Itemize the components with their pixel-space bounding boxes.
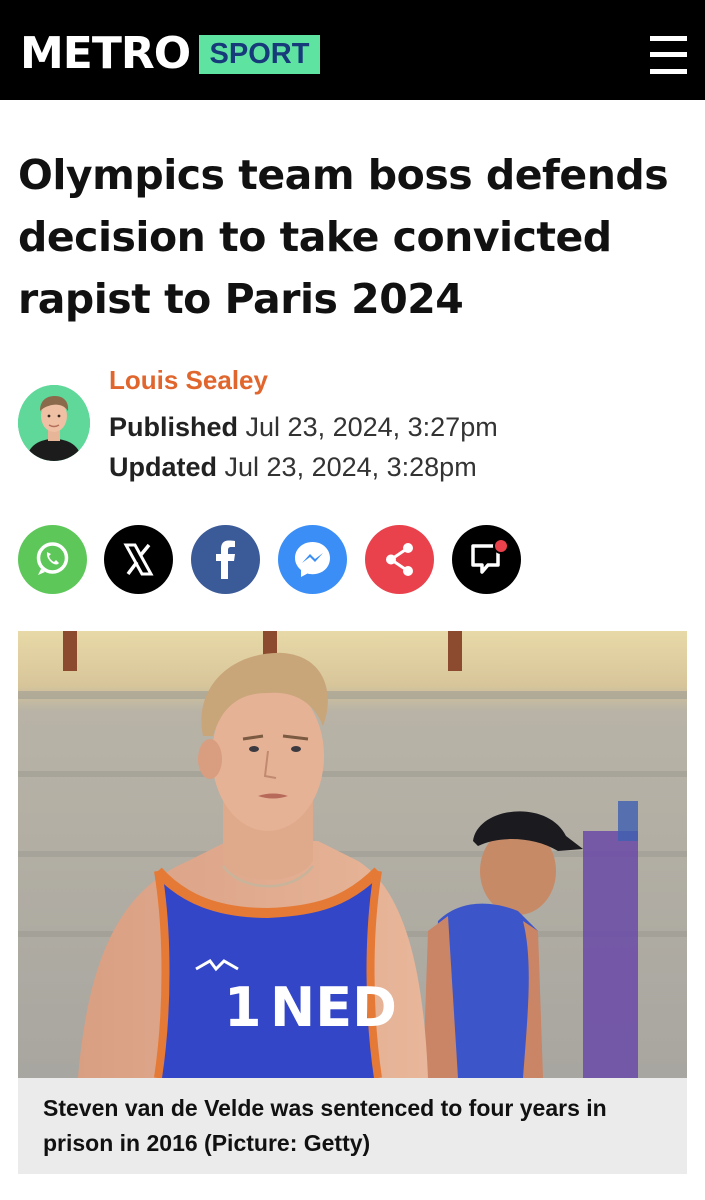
comments-button[interactable] — [452, 525, 521, 594]
jersey-number: 1 — [224, 976, 262, 1039]
updated-label: Updated — [109, 452, 217, 482]
whatsapp-share-button[interactable] — [18, 525, 87, 594]
messenger-icon — [295, 542, 330, 577]
headline-line: Olympics team boss defends — [18, 151, 669, 199]
x-share-button[interactable] — [104, 525, 173, 594]
author-name-link[interactable]: Louis Sealey — [109, 362, 268, 398]
metro-logo[interactable]: METRO — [20, 26, 191, 82]
caption-text: Steven van de Velde was sentenced to fou… — [43, 1095, 607, 1156]
author-avatar[interactable] — [18, 385, 90, 461]
share-icon — [386, 543, 413, 576]
whatsapp-icon — [36, 542, 69, 575]
published-date: Jul 23, 2024, 3:27pm — [245, 412, 498, 442]
published-row: Published Jul 23, 2024, 3:27pm — [109, 409, 498, 445]
photo-caption: Steven van de Velde was sentenced to fou… — [18, 1078, 687, 1174]
top-nav-bar: METRO SPORT — [0, 0, 705, 100]
facebook-icon — [216, 540, 235, 579]
hero-photo: 1 NED — [18, 631, 687, 1078]
facebook-share-button[interactable] — [191, 525, 260, 594]
published-label: Published — [109, 412, 239, 442]
headline-line: rapist to Paris 2024 — [18, 275, 464, 323]
comments-icon — [471, 538, 509, 574]
headline-line: decision to take convicted — [18, 213, 612, 261]
updated-date: Jul 23, 2024, 3:28pm — [224, 452, 477, 482]
hamburger-menu-icon[interactable] — [650, 36, 687, 74]
updated-row: Updated Jul 23, 2024, 3:28pm — [109, 449, 477, 485]
article-headline: Olympics team boss defends decision to t… — [18, 144, 688, 330]
jersey-country: NED — [270, 976, 397, 1039]
x-icon — [123, 543, 154, 576]
share-button[interactable] — [365, 525, 434, 594]
messenger-share-button[interactable] — [278, 525, 347, 594]
section-badge[interactable]: SPORT — [199, 35, 320, 74]
